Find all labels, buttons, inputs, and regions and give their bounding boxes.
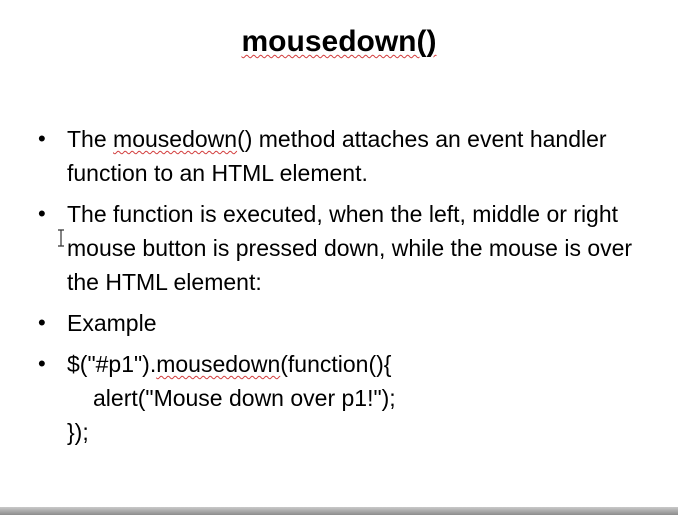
bullet-text-prefix: The bbox=[67, 126, 114, 152]
code-line-1: $("#p1").mousedown(function(){ bbox=[67, 347, 663, 381]
bullet-item-code-example: • $("#p1").mousedown(function(){ alert("… bbox=[38, 347, 663, 449]
bullet-dot: • bbox=[38, 201, 46, 226]
slide-bottom-border bbox=[0, 507, 678, 515]
bullet-dot: • bbox=[38, 351, 46, 376]
code-line-2: alert("Mouse down over p1!"); bbox=[93, 385, 396, 411]
bullet-keyword-mousedown: mousedown bbox=[113, 126, 238, 152]
bullet-text: Example bbox=[67, 310, 157, 336]
code-keyword-mousedown: mousedown bbox=[156, 351, 281, 377]
bullet-item-function-executed: • The function is executed, when the lef… bbox=[38, 197, 663, 299]
bullet-dot: • bbox=[38, 310, 46, 335]
slide: mousedown() • The mousedown() method att… bbox=[0, 0, 678, 507]
bullet-text: The function is executed, when the left,… bbox=[67, 201, 633, 295]
slide-title-text: mousedown() bbox=[241, 25, 437, 58]
bullet-item-mousedown-method: • The mousedown() method attaches an eve… bbox=[38, 122, 663, 190]
bullet-item-example: • Example bbox=[38, 306, 663, 340]
text-cursor-icon bbox=[58, 229, 64, 247]
bullet-list: • The mousedown() method attaches an eve… bbox=[38, 122, 663, 456]
code-function-open: (function(){ bbox=[280, 351, 392, 377]
code-line-3: }); bbox=[67, 419, 89, 445]
bullet-dot: • bbox=[38, 126, 46, 151]
slide-title: mousedown() bbox=[0, 22, 678, 62]
code-selector: $("#p1"). bbox=[67, 351, 157, 377]
